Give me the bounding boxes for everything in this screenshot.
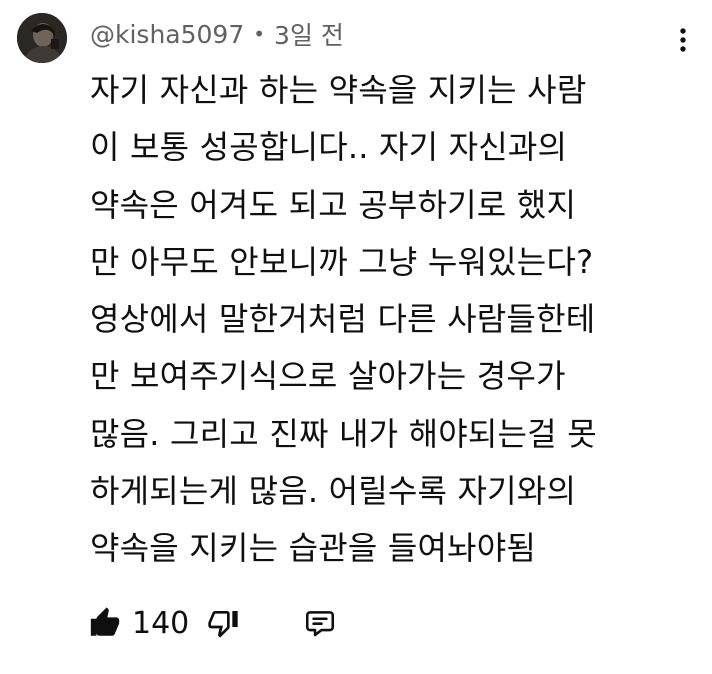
comment-text-line: 자기 자신과 하는 약속을 지키는 사람: [90, 71, 587, 109]
avatar-image: [17, 13, 67, 63]
more-actions-button[interactable]: [668, 22, 698, 58]
comment-text-line: 이 보통 성공합니다.. 자기 자신과의: [90, 128, 568, 167]
reply-button[interactable]: [303, 606, 337, 640]
avatar[interactable]: [17, 13, 67, 63]
thumbs-down-outline-icon: [208, 611, 238, 638]
like-count: 140: [132, 605, 190, 641]
comment-text-line: 많음. 그리고 진짜 내가 해야되는걸 못: [90, 414, 597, 453]
comment-header: @kisha5097 • 3일 전: [90, 14, 344, 54]
comment-timestamp[interactable]: 3일 전: [274, 16, 344, 52]
reply-comment-icon: [306, 611, 335, 637]
like-button[interactable]: [88, 606, 122, 640]
comment-text-line: 만 아무도 안보니까 그냥 누워있는다?: [90, 242, 594, 281]
comment-text: 자기 자신과 하는 약속을 지키는 사람 이 보통 성공합니다.. 자기 자신과…: [90, 62, 690, 578]
comment-text-line: 약속은 어겨도 되고 공부하기로 했지: [90, 185, 577, 224]
comment-text-line: 하게되는게 많음. 어릴수록 자기와의: [90, 472, 577, 511]
author-name[interactable]: @kisha5097: [90, 20, 244, 49]
comment-text-line: 약속을 지키는 습관을 들여놔야됨: [90, 529, 537, 568]
comment-text-line: 영상에서 말한거처럼 다른 사람들한테: [90, 300, 596, 339]
meta-separator: •: [253, 22, 266, 46]
kebab-menu-icon: [680, 28, 686, 52]
thumbs-up-filled-icon: [90, 607, 120, 636]
comment-card: @kisha5097 • 3일 전 자기 자신과 하는 약속을 지키는 사람 이…: [0, 0, 712, 674]
comment-text-line: 만 보여주기식으로 살아가는 경우가: [90, 357, 566, 396]
dislike-button[interactable]: [207, 607, 239, 639]
comment-actions: 140: [88, 598, 337, 648]
